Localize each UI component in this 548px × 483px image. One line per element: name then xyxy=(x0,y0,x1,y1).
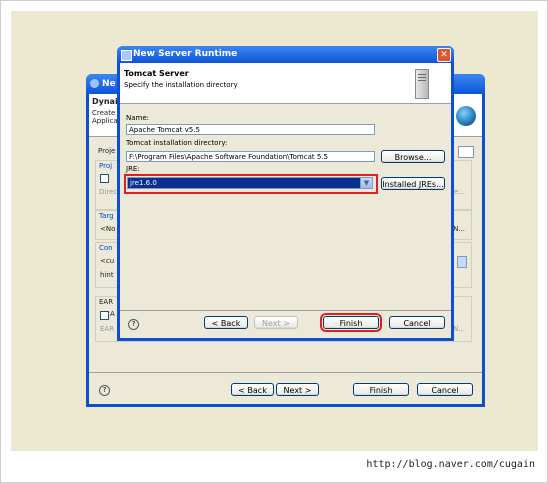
dialog-body: Tomcat Server Specify the installation d… xyxy=(120,63,451,338)
back-next-button[interactable]: Next > xyxy=(276,383,319,396)
back-back-button[interactable]: < Back xyxy=(231,383,274,396)
configuration-hint: hint xyxy=(100,271,114,279)
chevron-down-icon[interactable]: ▼ xyxy=(360,178,372,188)
add-to-ear-checkbox[interactable] xyxy=(100,311,109,320)
back-button[interactable]: < Back xyxy=(204,316,248,329)
target-runtime-label: Targ xyxy=(99,212,114,220)
blog-url: http://blog.naver.com/cugain xyxy=(366,459,535,470)
new-server-runtime-dialog: New Server Runtime ✕ Tomcat Server Speci… xyxy=(117,46,454,341)
ear-new-fragment[interactable]: N... xyxy=(453,325,465,333)
help-icon[interactable]: ? xyxy=(128,319,139,330)
server-tower-icon xyxy=(415,69,429,99)
dialog-titlebar: New Server Runtime ✕ xyxy=(117,46,454,63)
project-name-label: Proje xyxy=(98,147,116,155)
back-help-icon[interactable]: ? xyxy=(99,385,110,396)
directory-label: Direc xyxy=(99,188,118,196)
screenshot-frame: Ne Dynai Create Applica Proje Proj Direc… xyxy=(0,0,548,483)
jre-label: JRE: xyxy=(126,165,140,173)
back-header-title: Dynai xyxy=(92,97,118,106)
installed-jres-button[interactable]: Installed JREs... xyxy=(381,177,445,190)
dialog-button-separator xyxy=(120,310,451,311)
next-button[interactable]: Next > xyxy=(254,316,298,329)
use-default-checkbox[interactable] xyxy=(100,174,109,183)
header-subtitle: Specify the installation directory xyxy=(124,81,238,89)
install-dir-input[interactable]: F:\Program Files\Apache Software Foundat… xyxy=(126,151,375,162)
back-button-separator xyxy=(89,372,482,373)
add-to-ear-label: A xyxy=(110,310,115,318)
browse-button[interactable]: Browse... xyxy=(381,150,445,163)
name-label: Name: xyxy=(126,114,150,122)
config-dropdown-arrow[interactable] xyxy=(457,256,467,268)
header-title: Tomcat Server xyxy=(124,69,189,78)
back-cancel-button[interactable]: Cancel xyxy=(417,383,473,396)
eclipse-icon xyxy=(90,79,99,88)
finish-button[interactable]: Finish xyxy=(320,313,382,332)
back-header-desc-2: Applica xyxy=(92,117,118,125)
target-runtime-combo[interactable]: <No xyxy=(100,225,115,233)
ear-label: EAR xyxy=(99,298,114,306)
globe-icon xyxy=(456,106,476,126)
ear-project-label: EAR xyxy=(100,325,115,333)
back-window-title: Ne xyxy=(102,79,116,89)
cancel-button[interactable]: Cancel xyxy=(389,316,445,329)
project-contents-label: Proj xyxy=(99,162,113,170)
back-header-desc-1: Create xyxy=(92,109,116,117)
project-name-input[interactable] xyxy=(458,146,474,158)
target-new-fragment[interactable]: N... xyxy=(453,225,465,233)
name-input[interactable]: Apache Tomcat v5.5 xyxy=(126,124,375,135)
server-runtime-icon xyxy=(121,50,132,61)
jre-combo[interactable]: jre1.6.0 ▼ xyxy=(127,177,373,189)
back-browse-fragment: e... xyxy=(454,188,465,196)
close-icon[interactable]: ✕ xyxy=(437,48,451,62)
configuration-label: Con xyxy=(99,244,113,252)
dialog-title: New Server Runtime xyxy=(133,49,238,59)
jre-combo-value: jre1.6.0 xyxy=(130,179,157,187)
dialog-header: Tomcat Server Specify the installation d… xyxy=(120,63,451,104)
install-dir-label: Tomcat installation directory: xyxy=(126,139,228,147)
configuration-combo[interactable]: <cu xyxy=(100,257,114,265)
back-finish-button[interactable]: Finish xyxy=(353,383,409,396)
